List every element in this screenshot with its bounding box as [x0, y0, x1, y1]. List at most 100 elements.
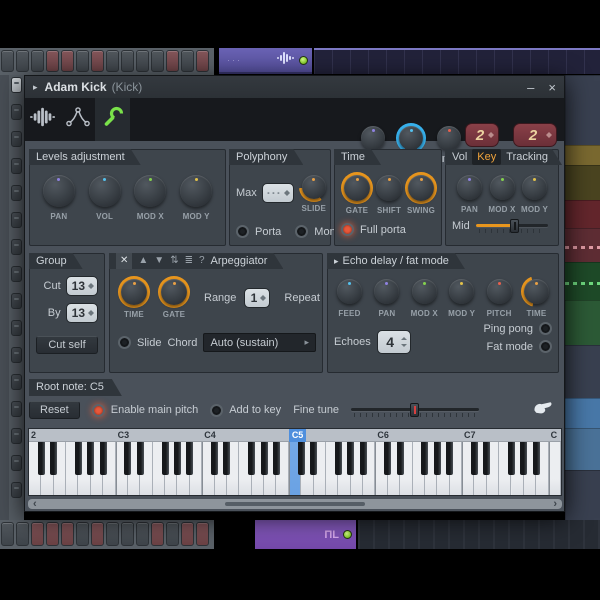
step-button[interactable]: [106, 50, 119, 72]
collapse-triangle-icon[interactable]: ▸: [334, 256, 339, 266]
step-button[interactable]: [181, 522, 194, 546]
hand-drag-icon[interactable]: [533, 401, 553, 420]
black-key[interactable]: [273, 442, 280, 475]
black-key[interactable]: [397, 442, 404, 475]
cut-spinner[interactable]: 13: [66, 276, 98, 296]
arp-pattern-button[interactable]: ≣: [185, 253, 193, 269]
add-to-key-radio[interactable]: Add to key: [210, 404, 281, 417]
porta-radio[interactable]: Porta: [236, 225, 281, 238]
black-key[interactable]: [38, 442, 45, 475]
enable-main-pitch-radio[interactable]: Enable main pitch: [92, 404, 198, 417]
rack-button[interactable]: [11, 131, 22, 147]
step-button[interactable]: [16, 522, 29, 546]
vol-knob[interactable]: VOL: [86, 172, 124, 221]
tracking-tab-vol[interactable]: Vol: [452, 149, 467, 165]
preview-keyboard[interactable]: 2C3C4C5C6C7C: [28, 428, 562, 496]
white-key[interactable]: [549, 442, 561, 495]
black-key[interactable]: [347, 442, 354, 475]
step-button[interactable]: [1, 522, 14, 546]
black-key[interactable]: [124, 442, 131, 475]
black-key[interactable]: [434, 442, 441, 475]
pan-knob[interactable]: PAN: [371, 276, 402, 318]
playlist-clips-column[interactable]: [565, 75, 600, 549]
tab-function[interactable]: [95, 98, 130, 141]
pan-knob[interactable]: PAN: [454, 172, 485, 214]
rack-button[interactable]: [11, 266, 22, 282]
step-button[interactable]: [196, 522, 209, 546]
swing-knob[interactable]: SWING: [405, 172, 437, 215]
black-key[interactable]: [137, 442, 144, 475]
channel-led[interactable]: [299, 56, 308, 65]
max-poly-spinner[interactable]: ···: [262, 183, 294, 203]
rack-button[interactable]: [11, 239, 22, 255]
black-key[interactable]: [483, 442, 490, 475]
step-button[interactable]: [196, 50, 209, 72]
rack-button[interactable]: [11, 428, 22, 444]
black-key[interactable]: [298, 442, 305, 475]
arp-random-button[interactable]: ?: [199, 253, 205, 269]
arp-off-button[interactable]: ✕: [116, 253, 132, 269]
step-button[interactable]: [31, 522, 44, 546]
black-key[interactable]: [335, 442, 342, 475]
channel-button-bottom[interactable]: ПL: [255, 520, 356, 549]
step-button[interactable]: [76, 522, 89, 546]
rack-button[interactable]: [11, 104, 22, 120]
black-key[interactable]: [310, 442, 317, 475]
step-button[interactable]: [91, 522, 104, 546]
black-key[interactable]: [87, 442, 94, 475]
time-knob[interactable]: TIME: [521, 276, 552, 318]
step-button[interactable]: [1, 50, 14, 72]
mod-y-knob[interactable]: MOD Y: [519, 172, 550, 214]
step-button[interactable]: [106, 522, 119, 546]
mod-x-knob[interactable]: MOD X: [409, 276, 440, 318]
rack-button[interactable]: [11, 455, 22, 471]
black-key[interactable]: [261, 442, 268, 475]
step-button[interactable]: [16, 50, 29, 72]
step-button[interactable]: [136, 522, 149, 546]
playlist-clip-row[interactable]: [565, 165, 600, 200]
chord-dropdown[interactable]: Auto (sustain) ▸: [203, 333, 316, 352]
black-key[interactable]: [384, 442, 391, 475]
black-key[interactable]: [174, 442, 181, 475]
channel-rack-steps-bottom[interactable]: [0, 520, 214, 549]
playlist-clip-row[interactable]: [565, 262, 600, 300]
rack-button[interactable]: [11, 347, 22, 363]
step-button[interactable]: [166, 522, 179, 546]
step-button[interactable]: [61, 50, 74, 72]
full-porta-radio[interactable]: Full porta: [341, 223, 406, 236]
step-button[interactable]: [121, 522, 134, 546]
black-key[interactable]: [223, 442, 230, 475]
arp-slide-radio[interactable]: Slide: [118, 336, 161, 349]
step-button[interactable]: [151, 522, 164, 546]
rack-button[interactable]: [11, 212, 22, 228]
black-key[interactable]: [520, 442, 527, 475]
pitch-knob[interactable]: PITCH: [484, 276, 515, 318]
step-button[interactable]: [121, 50, 134, 72]
tab-sample[interactable]: [25, 98, 60, 141]
black-key[interactable]: [50, 442, 57, 475]
black-key[interactable]: [211, 442, 218, 475]
rack-button[interactable]: [11, 293, 22, 309]
black-key[interactable]: [471, 442, 478, 475]
pitch-range-stepper[interactable]: 2: [465, 123, 499, 147]
playlist-clip-row[interactable]: [565, 200, 600, 228]
step-button[interactable]: [181, 50, 194, 72]
slider-handle[interactable]: [410, 403, 419, 417]
channel-rack-left-column[interactable]: [0, 75, 24, 549]
black-key[interactable]: [248, 442, 255, 475]
black-key[interactable]: [360, 442, 367, 475]
mid-tracking-slider[interactable]: [476, 218, 548, 234]
black-key[interactable]: [421, 442, 428, 475]
step-button[interactable]: [136, 50, 149, 72]
step-button[interactable]: [151, 50, 164, 72]
pan-knob[interactable]: PAN: [40, 172, 78, 221]
echoes-spinner[interactable]: 4: [377, 330, 411, 354]
playlist-clip-row[interactable]: [565, 345, 600, 398]
shift-knob[interactable]: SHIFT: [373, 172, 405, 215]
step-button[interactable]: [31, 50, 44, 72]
black-key[interactable]: [75, 442, 82, 475]
scroll-right-icon[interactable]: ›: [548, 500, 562, 509]
scroll-left-icon[interactable]: ‹: [28, 500, 42, 509]
step-button[interactable]: [46, 522, 59, 546]
step-button[interactable]: [46, 50, 59, 72]
